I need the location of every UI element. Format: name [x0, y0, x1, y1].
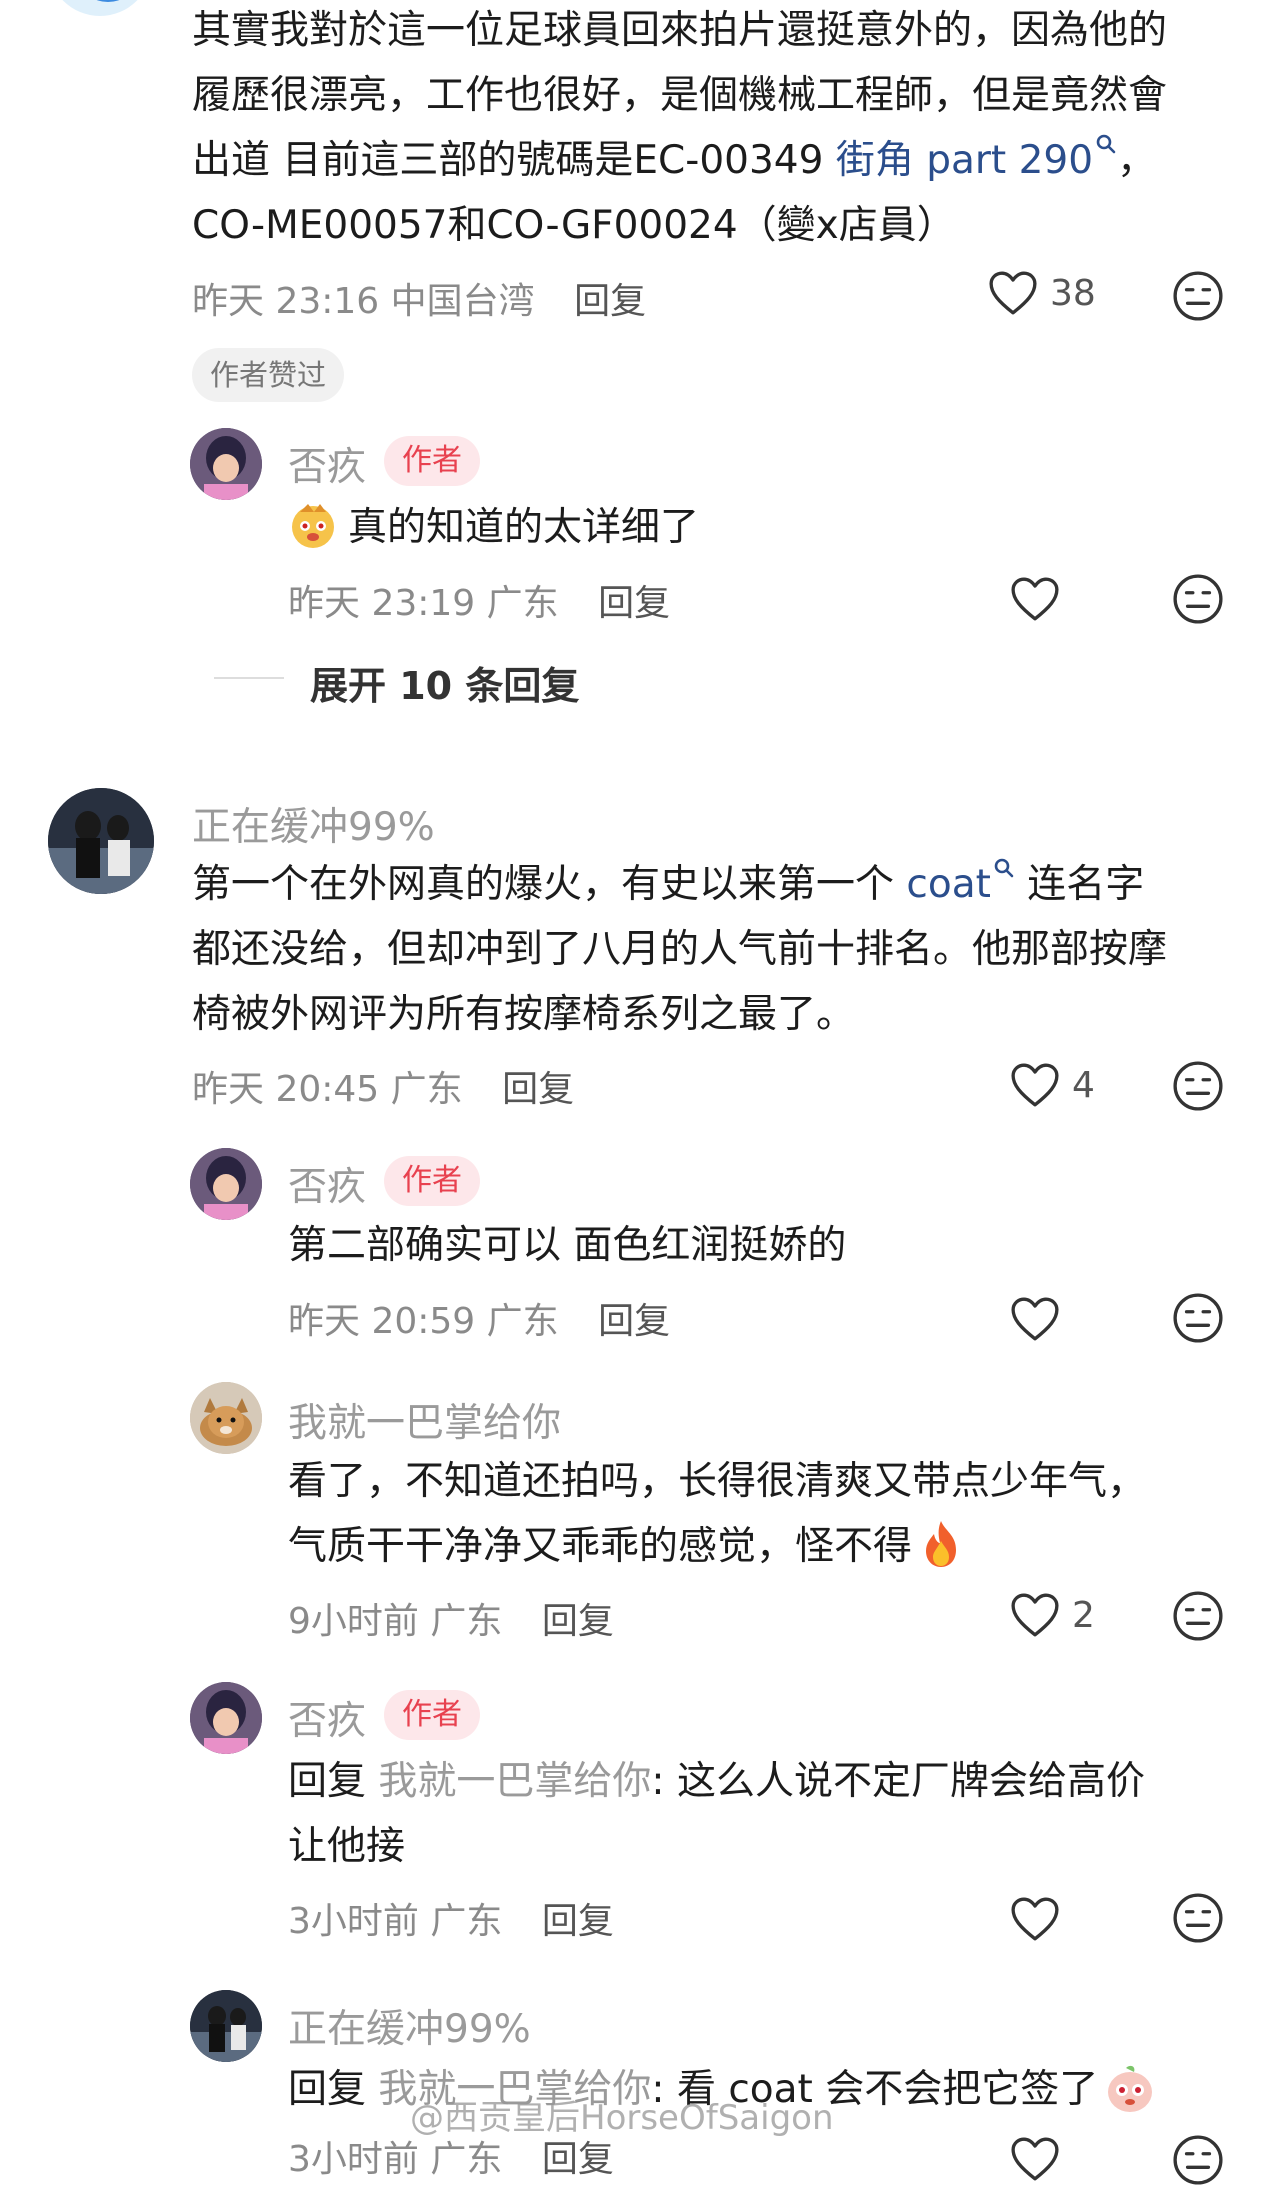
like-count: 38 — [1050, 272, 1096, 314]
reply-text: 第二部确实可以 面色红润挺娇的 — [288, 1223, 847, 1268]
neutral-face-icon[interactable] — [1172, 2134, 1224, 2186]
username[interactable]: 正在缓冲99% — [288, 1998, 531, 2054]
comment-meta: 昨天 23:16 中国台湾 回复 — [192, 272, 646, 324]
reply-button[interactable]: 回复 — [574, 281, 646, 322]
comment-meta: 3小时前 广东 回复 — [288, 1892, 614, 1944]
avatar[interactable] — [48, 0, 152, 16]
heart-icon[interactable] — [1010, 1896, 1060, 1942]
avatar[interactable] — [190, 1682, 262, 1754]
author-badge: 作者 — [384, 436, 480, 486]
reply-button[interactable]: 回复 — [542, 1901, 614, 1942]
reply-text: 真的知道的太详细了 — [288, 495, 699, 560]
reply-text-line: 让他接 — [288, 1824, 406, 1869]
reply-button[interactable]: 回复 — [542, 2139, 614, 2180]
comment-text-line: 都还没给，但却冲到了八月的人气前十排名。他那部按摩 — [192, 927, 1168, 972]
reply-button[interactable]: 回复 — [598, 1301, 670, 1342]
comment-text-line: 履歷很漂亮，工作也很好，是個機械工程師，但是竟然會 — [192, 73, 1168, 118]
comment-meta: 9小时前 广东 回复 — [288, 1592, 614, 1644]
like-count: 2 — [1072, 1594, 1095, 1636]
avatar[interactable] — [190, 1148, 262, 1220]
reply-text-line: 回复 我就一巴掌给你: 这么人说不定厂牌会给高价 — [288, 1749, 1145, 1814]
search-icon — [994, 858, 1014, 878]
heart-icon[interactable] — [1010, 1296, 1060, 1342]
emoji-icon — [292, 504, 334, 548]
comment-time: 昨天 23:16 中国台湾 — [192, 281, 535, 322]
comment-text-line: 其實我對於這一位足球員回來拍片還挺意外的，因為他的 — [192, 8, 1168, 53]
reply-prefix: 回复 — [288, 1759, 379, 1804]
like-button[interactable]: 4 — [1010, 1062, 1095, 1108]
heart-icon[interactable] — [1010, 576, 1060, 622]
reply-button[interactable]: 回复 — [542, 1601, 614, 1642]
reply-text-content: 真的知道的太详细了 — [348, 505, 700, 550]
comment-time: 9小时前 广东 — [288, 1601, 503, 1642]
comment-time: 昨天 23:19 广东 — [288, 583, 559, 624]
neutral-face-icon[interactable] — [1172, 1292, 1224, 1344]
comment-text-segment: ， — [1117, 138, 1157, 183]
comment-text-line: 椅被外网评为所有按摩椅系列之最了。 — [192, 992, 856, 1037]
reply-text-segment: : 这么人说不定厂牌会给高价 — [651, 1759, 1145, 1804]
username[interactable]: 否疚 — [288, 1156, 366, 1212]
divider — [214, 677, 284, 679]
topic-link-label: 街角 part 290 — [835, 138, 1094, 183]
comment-text-line: CO-ME00057和CO-GF00024（變x店員） — [192, 203, 956, 248]
comment-text-line: 出道 目前這三部的號碼是EC-00349 街角 part 290 ， — [192, 128, 1156, 193]
author-badge: 作者 — [384, 1690, 480, 1740]
reply-target-user[interactable]: 我就一巴掌给你 — [378, 1759, 651, 1804]
avatar[interactable] — [48, 788, 154, 894]
username[interactable]: 否疚 — [288, 436, 366, 492]
heart-icon — [1010, 1062, 1060, 1108]
reply-button[interactable]: 回复 — [598, 583, 670, 624]
comment-time: 昨天 20:59 广东 — [288, 1301, 559, 1342]
neutral-face-icon[interactable] — [1172, 1892, 1224, 1944]
topic-link[interactable]: coat — [906, 858, 1015, 907]
comment-time: 3小时前 广东 — [288, 1901, 503, 1942]
reply-text-line: 看了，不知道还拍吗，长得很清爽又带点少年气， — [288, 1459, 1147, 1504]
topic-link-label: coat — [906, 862, 991, 907]
comment-text-segment: 第一个在外网真的爆火，有史以来第一个 — [192, 862, 907, 907]
username[interactable]: 正在缓冲99% — [192, 796, 435, 852]
author-badge: 作者 — [384, 1156, 480, 1206]
comment-time: 昨天 20:45 广东 — [192, 1069, 463, 1110]
neutral-face-icon[interactable] — [1172, 573, 1224, 625]
avatar[interactable] — [190, 1382, 262, 1454]
author-praised-tag: 作者赞过 — [192, 348, 345, 402]
avatar[interactable] — [190, 428, 262, 500]
reply-prefix: 回复 — [288, 2067, 379, 2112]
like-button[interactable]: 38 — [988, 270, 1096, 316]
search-icon — [1096, 134, 1116, 154]
neutral-face-icon[interactable] — [1172, 1590, 1224, 1642]
comment-meta: 昨天 20:59 广东 回复 — [288, 1292, 670, 1344]
avatar[interactable] — [190, 1990, 262, 2062]
comment-text-segment: 连名字 — [1014, 862, 1145, 907]
fire-icon — [926, 1521, 957, 1567]
expand-replies-button[interactable]: 展开 10 条回复 — [310, 655, 579, 710]
comment-text-line: 第一个在外网真的爆火，有史以来第一个 coat 连名字 — [192, 852, 1144, 917]
comment-text-segment: 出道 目前這三部的號碼是EC-00349 — [192, 138, 836, 183]
like-button[interactable]: 2 — [1010, 1592, 1095, 1638]
watermark: @西贡皇后HorseOfSaigon — [410, 2098, 834, 2138]
heart-icon — [1010, 1592, 1060, 1638]
neutral-face-icon[interactable] — [1172, 270, 1224, 322]
comment-time: 3小时前 广东 — [288, 2139, 503, 2180]
comment-meta: 昨天 20:45 广东 回复 — [192, 1060, 574, 1112]
reply-text-segment: 气质干干净净又乖乖的感觉，怪不得 — [288, 1524, 913, 1569]
heart-icon[interactable] — [1010, 2136, 1060, 2182]
username[interactable]: 否疚 — [288, 1690, 366, 1746]
username[interactable]: 我就一巴掌给你 — [288, 1392, 561, 1448]
emoji-icon — [1108, 2065, 1153, 2112]
like-count: 4 — [1072, 1064, 1095, 1106]
heart-icon — [988, 270, 1038, 316]
neutral-face-icon[interactable] — [1172, 1060, 1224, 1112]
reply-button[interactable]: 回复 — [502, 1069, 574, 1110]
reply-text-line: 气质干干净净又乖乖的感觉，怪不得 — [288, 1514, 964, 1579]
topic-link[interactable]: 街角 part 290 — [835, 134, 1117, 183]
comment-meta: 昨天 23:19 广东 回复 — [288, 574, 670, 626]
